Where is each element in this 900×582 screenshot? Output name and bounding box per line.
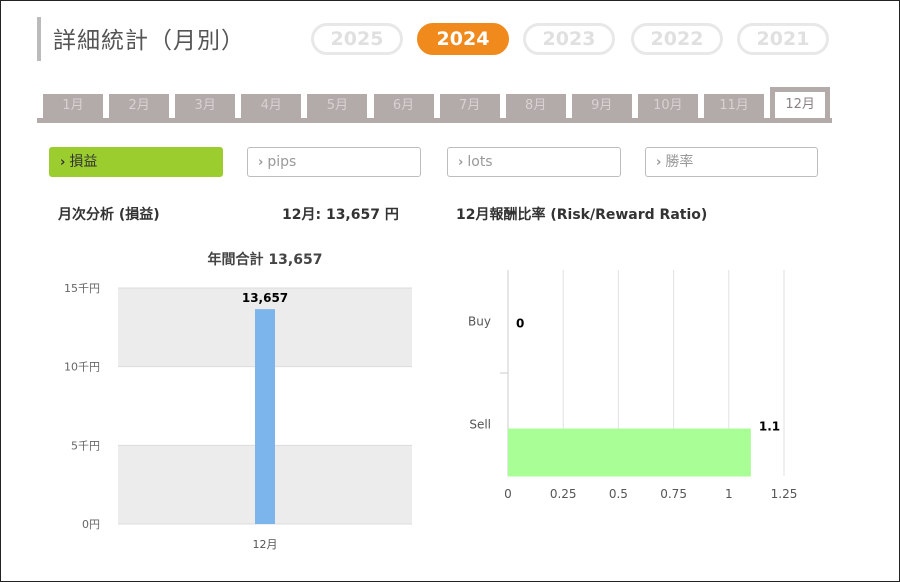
tab-month-5[interactable]: 5月 bbox=[307, 94, 368, 118]
y-tick-label: Buy bbox=[468, 315, 491, 329]
title-accent-bar bbox=[37, 17, 41, 61]
page-title: 詳細統計（月別） bbox=[53, 28, 245, 54]
tab-month-1[interactable]: 1月 bbox=[43, 94, 103, 118]
year-pill-2021[interactable]: 2021 bbox=[737, 23, 829, 55]
year-pill-2024[interactable]: 2024 bbox=[417, 23, 509, 55]
bar bbox=[508, 428, 751, 477]
x-tick-label: 0.75 bbox=[660, 487, 687, 501]
metric-button-1[interactable]: › pips bbox=[247, 147, 421, 177]
annual-pl-chart: 0円 5千円 10千円 15千円 年間合計 13,657 13,657 12月 bbox=[64, 251, 412, 551]
tab-month-10[interactable]: 10月 bbox=[637, 94, 698, 118]
metric-label: pips bbox=[267, 154, 297, 170]
tab-month-2[interactable]: 2月 bbox=[109, 94, 170, 118]
data-label: 0 bbox=[516, 317, 524, 331]
year-pill-2023[interactable]: 2023 bbox=[523, 23, 615, 55]
month-total-label: 12月: 13,657 円 bbox=[282, 207, 399, 223]
tabs-baseline bbox=[37, 118, 832, 123]
y-tick-label: 10千円 bbox=[64, 361, 100, 374]
chart-title: 年間合計 13,657 bbox=[208, 251, 323, 268]
tab-month-11[interactable]: 11月 bbox=[704, 94, 764, 118]
tab-month-8[interactable]: 8月 bbox=[505, 94, 566, 118]
chevron-right-icon: › bbox=[60, 155, 66, 170]
tab-month-3[interactable]: 3月 bbox=[175, 94, 236, 118]
chevron-right-icon: › bbox=[656, 155, 662, 170]
metric-button-2[interactable]: › lots bbox=[447, 147, 621, 177]
x-tick-label: 0 bbox=[504, 487, 512, 501]
data-label: 1.1 bbox=[759, 420, 780, 434]
metric-label: 損益 bbox=[69, 154, 98, 170]
tab-month-6[interactable]: 6月 bbox=[373, 94, 434, 118]
monthly-analysis-label: 月次分析 (損益) bbox=[58, 207, 160, 223]
stats-panel: 詳細統計（月別） 2025 2024 2023 2022 2021 1月 2月 3月 4月 5月… bbox=[0, 0, 900, 582]
metric-label: lots bbox=[467, 154, 493, 170]
x-tick-label: 0.25 bbox=[550, 487, 577, 501]
x-tick-label: 1.25 bbox=[771, 487, 798, 501]
data-label: 13,657 bbox=[242, 291, 288, 305]
chevron-right-icon: › bbox=[458, 155, 464, 170]
x-tick-label: 0.5 bbox=[609, 487, 628, 501]
metric-button-0[interactable]: › 損益 bbox=[49, 147, 223, 177]
risk-reward-chart: 0 0.25 0.5 0.75 1 1.25 Buy 0 Sell 1.1 bbox=[468, 270, 798, 501]
year-pill-2025[interactable]: 2025 bbox=[311, 23, 403, 55]
metric-button-3[interactable]: › 勝率 bbox=[645, 147, 818, 177]
x-tick-label: 1 bbox=[725, 487, 733, 501]
tab-month-4[interactable]: 4月 bbox=[241, 94, 302, 118]
y-tick-label: 5千円 bbox=[71, 439, 100, 452]
year-pill-2022[interactable]: 2022 bbox=[631, 23, 723, 55]
x-tick-label: 12月 bbox=[253, 538, 278, 551]
tab-month-9[interactable]: 9月 bbox=[571, 94, 632, 118]
chevron-right-icon: › bbox=[258, 155, 264, 170]
tab-month-7[interactable]: 7月 bbox=[439, 94, 500, 118]
risk-reward-label: 12月報酬比率 (Risk/Reward Ratio) bbox=[456, 207, 708, 223]
bar bbox=[255, 309, 275, 524]
metric-label: 勝率 bbox=[665, 154, 694, 170]
y-tick-label: 15千円 bbox=[64, 282, 100, 295]
y-tick-label: 0円 bbox=[82, 518, 100, 531]
y-tick-label: Sell bbox=[469, 418, 491, 432]
